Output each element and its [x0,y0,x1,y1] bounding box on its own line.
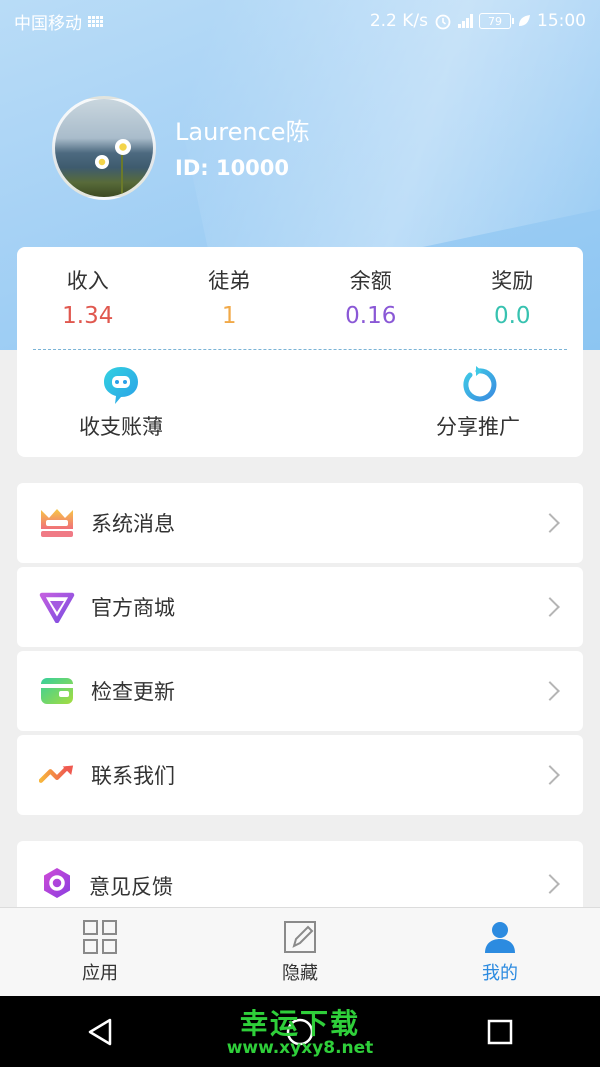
bottom-tab-bar: 应用 隐藏 我的 [0,907,600,996]
recents-icon[interactable] [486,1018,514,1046]
stat-value: 0.16 [345,303,397,329]
chevron-right-icon [540,597,560,617]
menu-label: 官方商城 [91,596,175,620]
stat-balance[interactable]: 余额 0.16 [300,265,442,349]
back-icon[interactable] [86,1017,114,1047]
menu-label: 检查更新 [91,680,175,704]
carrier-label: 中国移动 [14,13,82,34]
avatar-flower-small [95,155,109,169]
signal-icon [458,14,473,28]
menu-label: 意见反馈 [89,875,173,899]
grid-icon [83,920,117,954]
chat-bubble-icon [104,367,138,404]
avatar-flower [115,139,131,155]
app-grid-icon [88,15,103,27]
trend-icon [39,757,75,793]
stat-value: 1.34 [62,303,114,329]
actions-row: 收支账薄 分享推广 [17,365,583,455]
stat-label: 奖励 [491,269,534,293]
tab-mine[interactable]: 我的 [400,908,600,996]
tab-label: 隐藏 [282,963,318,984]
stat-reward[interactable]: 奖励 0.0 [442,265,584,349]
hexagon-icon [39,865,75,901]
tab-hidden[interactable]: 隐藏 [200,908,400,996]
username: Laurence陈 [175,118,310,146]
network-speed: 2.2 K/s [369,11,428,31]
crown-icon [39,505,75,541]
tab-label: 我的 [482,963,518,984]
status-right: 2.2 K/s 79 15:00 [370,11,586,31]
home-icon[interactable] [285,1017,315,1047]
stat-income[interactable]: 收入 1.34 [17,265,159,349]
chevron-right-icon [540,513,560,533]
stat-value: 0.0 [493,303,531,329]
chevron-right-icon [540,681,560,701]
stats-row: 收入 1.34 徒弟 1 余额 0.16 奖励 0.0 [17,247,583,349]
menu-label: 联系我们 [91,764,175,788]
status-left: 中国移动 [14,9,103,34]
menu-item-system-messages[interactable]: 系统消息 [17,483,583,563]
ledger-label: 收支账薄 [79,415,163,439]
tab-label: 应用 [82,963,118,984]
leaf-icon [519,15,530,26]
chevron-right-icon [540,874,560,894]
share-label: 分享推广 [436,415,520,439]
menu-item-check-update[interactable]: 检查更新 [17,651,583,731]
chevron-right-icon [540,765,560,785]
avatar-stem [121,151,123,197]
user-id: ID: 10000 [175,156,290,180]
clock: 15:00 [537,11,586,31]
wallet-icon [39,673,75,709]
system-nav-bar [0,996,600,1067]
share-button[interactable]: 分享推广 [408,365,548,441]
stat-label: 徒弟 [208,269,251,293]
stat-label: 收入 [66,269,109,293]
stat-apprentice[interactable]: 徒弟 1 [159,265,301,349]
ledger-button[interactable]: 收支账薄 [51,365,191,441]
avatar[interactable] [52,96,156,200]
menu-item-contact-us[interactable]: 联系我们 [17,735,583,815]
battery-level: 79 [488,14,502,28]
menu-label: 系统消息 [91,512,175,536]
tab-apps[interactable]: 应用 [0,908,200,996]
menu-item-feedback[interactable]: 意见反馈 [17,841,583,907]
menu-item-official-store[interactable]: 官方商城 [17,567,583,647]
alarm-icon [435,14,451,30]
stats-card: 收入 1.34 徒弟 1 余额 0.16 奖励 0.0 收支账薄 分享推广 [17,247,583,457]
edit-icon [284,921,316,953]
diamond-icon [39,589,75,625]
battery-icon: 79 [479,13,514,29]
stat-value: 1 [221,303,237,329]
user-icon [485,922,515,953]
status-bar: 中国移动 2.2 K/s 79 15:00 [0,0,600,42]
refresh-icon [463,366,497,402]
stat-label: 余额 [349,269,392,293]
dashed-divider [33,349,567,350]
